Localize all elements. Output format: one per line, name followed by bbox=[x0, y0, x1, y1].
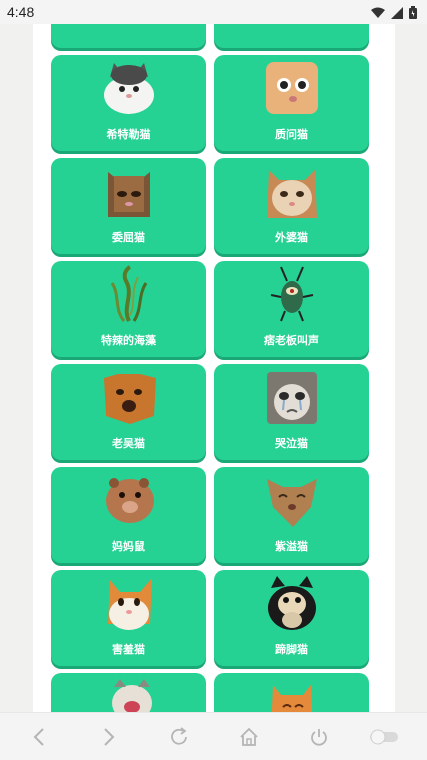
status-icons bbox=[371, 4, 417, 23]
black-white-cat-image bbox=[263, 574, 321, 632]
cat-image bbox=[263, 471, 321, 529]
status-time: 4:48 bbox=[7, 4, 35, 20]
white-cat-image bbox=[100, 59, 158, 117]
sound-card[interactable] bbox=[214, 24, 369, 48]
sound-card[interactable]: 委屈猫 bbox=[51, 158, 206, 254]
shy-cat-image bbox=[100, 574, 158, 632]
sound-card[interactable]: 质问猫 bbox=[214, 55, 369, 151]
home-icon[interactable] bbox=[237, 725, 261, 749]
sound-card-label: 希特勒猫 bbox=[106, 128, 151, 141]
battery-icon bbox=[409, 4, 417, 23]
sound-card[interactable] bbox=[51, 24, 206, 48]
sound-card[interactable]: 妈妈鼠 bbox=[51, 467, 206, 563]
sound-card[interactable]: 痞老板叫声 bbox=[214, 261, 369, 357]
sound-card-label: 蹄脚猫 bbox=[275, 643, 308, 656]
bottom-nav-bar bbox=[0, 712, 427, 760]
signal-icon bbox=[391, 4, 403, 23]
sound-card[interactable]: 特辣的海藻 bbox=[51, 261, 206, 357]
sound-card-label: 妈妈鼠 bbox=[112, 540, 145, 553]
sound-card-label: 特辣的海藻 bbox=[101, 334, 156, 347]
orange-cat-image bbox=[100, 368, 158, 426]
sound-card[interactable]: 蹄脚猫 bbox=[214, 570, 369, 666]
status-bar: 4:48 bbox=[0, 0, 427, 24]
sound-board-panel: 希特勒猫 质问猫 委屈猫 外婆猫 特辣的海藻 痞老板叫声 老吴猫 哭泣猫 妈妈鼠… bbox=[33, 24, 395, 712]
tabby-cat-image bbox=[100, 162, 158, 220]
sound-card-label: 紫溢猫 bbox=[275, 540, 308, 553]
sound-card[interactable]: 外婆猫 bbox=[214, 158, 369, 254]
refresh-icon[interactable] bbox=[167, 725, 191, 749]
sound-card[interactable] bbox=[214, 673, 369, 712]
hamster-image bbox=[100, 471, 158, 529]
wifi-icon bbox=[371, 4, 385, 23]
back-icon[interactable] bbox=[27, 725, 51, 749]
calico-cat-image bbox=[263, 162, 321, 220]
toggle-icon[interactable] bbox=[368, 725, 400, 749]
sound-card-label: 委屈猫 bbox=[112, 231, 145, 244]
plankton-image bbox=[263, 265, 321, 323]
sound-card[interactable]: 老吴猫 bbox=[51, 364, 206, 460]
forward-icon[interactable] bbox=[97, 725, 121, 749]
sound-card[interactable] bbox=[51, 673, 206, 712]
sound-card[interactable]: 哭泣猫 bbox=[214, 364, 369, 460]
sound-card-label: 痞老板叫声 bbox=[264, 334, 319, 347]
sound-card-label: 质问猫 bbox=[275, 128, 308, 141]
sound-card-label: 害羞猫 bbox=[112, 643, 145, 656]
sound-card-label: 老吴猫 bbox=[112, 437, 145, 450]
orange-cat-image bbox=[263, 59, 321, 117]
sound-card[interactable]: 害羞猫 bbox=[51, 570, 206, 666]
orange-cat-image bbox=[263, 677, 321, 712]
sound-card[interactable]: 希特勒猫 bbox=[51, 55, 206, 151]
laughing-cat-image bbox=[100, 677, 158, 712]
sound-card-label: 外婆猫 bbox=[275, 231, 308, 244]
power-icon[interactable] bbox=[307, 725, 331, 749]
crying-cat-image bbox=[263, 368, 321, 426]
sound-card-label: 哭泣猫 bbox=[275, 437, 308, 450]
seaweed-image bbox=[100, 265, 158, 323]
sound-grid: 希特勒猫 质问猫 委屈猫 外婆猫 特辣的海藻 痞老板叫声 老吴猫 哭泣猫 妈妈鼠… bbox=[51, 24, 369, 712]
sound-card[interactable]: 紫溢猫 bbox=[214, 467, 369, 563]
